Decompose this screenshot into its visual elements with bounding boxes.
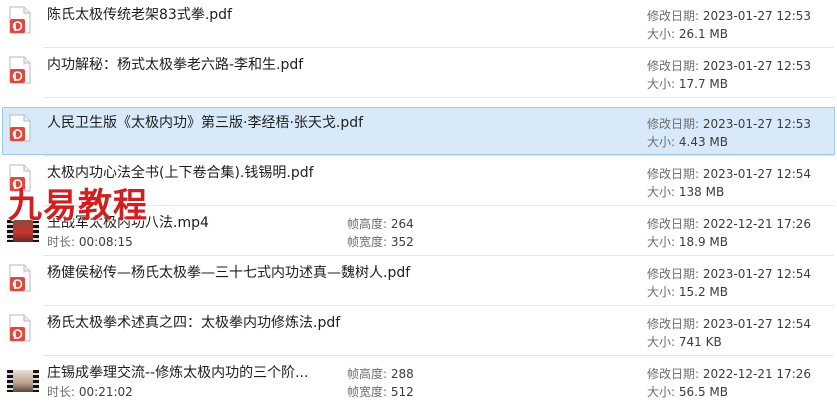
file-name: 杨健侯秘传—杨氏太极拳—三十七式内功述真—魏树人.pdf [47, 265, 411, 281]
size-value: 17.7 MB [678, 77, 728, 91]
frame-width-value: 512 [390, 385, 414, 399]
file-name: 陈氏太极传统老架83式拳.pdf [47, 7, 232, 23]
size-value: 18.9 MB [678, 235, 728, 249]
frame-width-field: 帧宽度: 512 [347, 384, 414, 400]
pdf-file-icon [9, 114, 31, 142]
size-label: 大小: [647, 27, 676, 41]
file-row[interactable]: 杨氏太极拳术述真之四：太极拳内功修炼法.pdf 修改日期: 2023-01-27 … [2, 307, 835, 356]
duration-field: 时长: 00:08:15 [47, 234, 133, 250]
size-label: 大小: [647, 135, 676, 149]
modified-label: 修改日期: [647, 367, 700, 381]
size-label: 大小: [647, 335, 676, 349]
duration-value: 00:21:02 [78, 385, 133, 399]
duration-label: 时长: [47, 385, 76, 399]
frame-width-value: 352 [390, 235, 414, 249]
pdf-file-icon [9, 164, 31, 192]
pdf-file-icon [9, 56, 31, 84]
file-row[interactable]: 陈氏太极传统老架83式拳.pdf 修改日期: 2023-01-27 12:53 大小… [2, 0, 835, 48]
modified-value: 2023-01-27 12:53 [702, 59, 812, 73]
modified-value: 2023-01-27 12:53 [702, 117, 812, 131]
file-row[interactable]: 太极内功心法全书(上下卷合集).钱锡明.pdf 修改日期: 2023-01-27 … [2, 157, 835, 206]
file-row[interactable]: 庄锡成拳理交流--修炼太极内功的三个阶... 时长: 00:21:02 帧高度: 2… [2, 357, 835, 405]
size-value: 56.5 MB [678, 385, 728, 399]
modified-value: 2023-01-27 12:54 [702, 267, 812, 281]
modified-value: 2023-01-27 12:54 [702, 167, 812, 181]
size-label: 大小: [647, 235, 676, 249]
file-row[interactable]: 内功解秘：杨式太极拳老六路-李和生.pdf 修改日期: 2023-01-27 12… [2, 49, 835, 98]
modified-field: 修改日期: 2023-01-27 12:54 [647, 316, 811, 332]
size-field: 大小: 26.1 MB [647, 26, 728, 42]
pdf-file-icon [9, 264, 31, 292]
file-list: 陈氏太极传统老架83式拳.pdf 修改日期: 2023-01-27 12:53 大小… [0, 0, 837, 411]
size-value: 15.2 MB [678, 285, 728, 299]
pdf-file-icon [9, 6, 31, 34]
pdf-file-icon [9, 314, 31, 342]
frame-width-field: 帧宽度: 352 [347, 234, 414, 250]
modified-value: 2023-01-27 12:54 [702, 317, 812, 331]
size-value: 138 MB [678, 185, 725, 199]
video-thumbnail-icon [7, 370, 39, 392]
modified-field: 修改日期: 2023-01-27 12:53 [647, 8, 811, 24]
modified-field: 修改日期: 2023-01-27 12:53 [647, 58, 811, 74]
frame-height-field: 帧高度: 288 [347, 366, 414, 382]
modified-value: 2023-01-27 12:53 [702, 9, 812, 23]
size-field: 大小: 4.43 MB [647, 134, 728, 150]
modified-label: 修改日期: [647, 117, 700, 131]
modified-value: 2022-12-21 17:26 [702, 367, 812, 381]
size-value: 26.1 MB [678, 27, 728, 41]
modified-field: 修改日期: 2022-12-21 17:26 [647, 366, 811, 382]
duration-label: 时长: [47, 235, 76, 249]
modified-label: 修改日期: [647, 167, 700, 181]
modified-field: 修改日期: 2022-12-21 17:26 [647, 216, 811, 232]
size-field: 大小: 138 MB [647, 184, 724, 200]
modified-field: 修改日期: 2023-01-27 12:54 [647, 266, 811, 282]
modified-value: 2022-12-21 17:26 [702, 217, 812, 231]
size-field: 大小: 18.9 MB [647, 234, 728, 250]
size-field: 大小: 17.7 MB [647, 76, 728, 92]
frame-height-value: 288 [390, 367, 414, 381]
modified-label: 修改日期: [647, 217, 700, 231]
size-label: 大小: [647, 385, 676, 399]
frame-height-label: 帧高度: [347, 217, 388, 231]
duration-value: 00:08:15 [78, 235, 133, 249]
frame-height-label: 帧高度: [347, 367, 388, 381]
file-name: 庄锡成拳理交流--修炼太极内功的三个阶... [47, 365, 309, 381]
frame-width-label: 帧宽度: [347, 235, 388, 249]
size-label: 大小: [647, 285, 676, 299]
duration-field: 时长: 00:21:02 [47, 384, 133, 400]
file-row[interactable]: 王战军太极内功八法.mp4 时长: 00:08:15 帧高度: 264 帧宽度: 35… [2, 207, 835, 256]
size-value: 4.43 MB [678, 135, 728, 149]
file-name: 杨氏太极拳术述真之四：太极拳内功修炼法.pdf [47, 315, 341, 331]
frame-height-value: 264 [390, 217, 414, 231]
modified-label: 修改日期: [647, 267, 700, 281]
file-name: 太极内功心法全书(上下卷合集).钱锡明.pdf [47, 165, 314, 181]
modified-label: 修改日期: [647, 317, 700, 331]
file-row-selected[interactable]: 人民卫生版《太极内功》第三版·李经梧·张天戈.pdf 修改日期: 2023-01-… [2, 107, 835, 156]
modified-label: 修改日期: [647, 9, 700, 23]
modified-field: 修改日期: 2023-01-27 12:53 [647, 116, 811, 132]
frame-width-label: 帧宽度: [347, 385, 388, 399]
modified-label: 修改日期: [647, 59, 700, 73]
size-field: 大小: 15.2 MB [647, 284, 728, 300]
frame-height-field: 帧高度: 264 [347, 216, 414, 232]
modified-field: 修改日期: 2023-01-27 12:54 [647, 166, 811, 182]
size-field: 大小: 741 KB [647, 334, 722, 350]
file-name: 人民卫生版《太极内功》第三版·李经梧·张天戈.pdf [47, 115, 364, 131]
file-name: 王战军太极内功八法.mp4 [47, 215, 209, 231]
size-label: 大小: [647, 185, 676, 199]
size-value: 741 KB [678, 335, 722, 349]
video-thumbnail-icon [7, 220, 39, 242]
file-name: 内功解秘：杨式太极拳老六路-李和生.pdf [47, 57, 304, 73]
size-label: 大小: [647, 77, 676, 91]
size-field: 大小: 56.5 MB [647, 384, 728, 400]
file-row[interactable]: 杨健侯秘传—杨氏太极拳—三十七式内功述真—魏树人.pdf 修改日期: 2023-0… [2, 257, 835, 306]
